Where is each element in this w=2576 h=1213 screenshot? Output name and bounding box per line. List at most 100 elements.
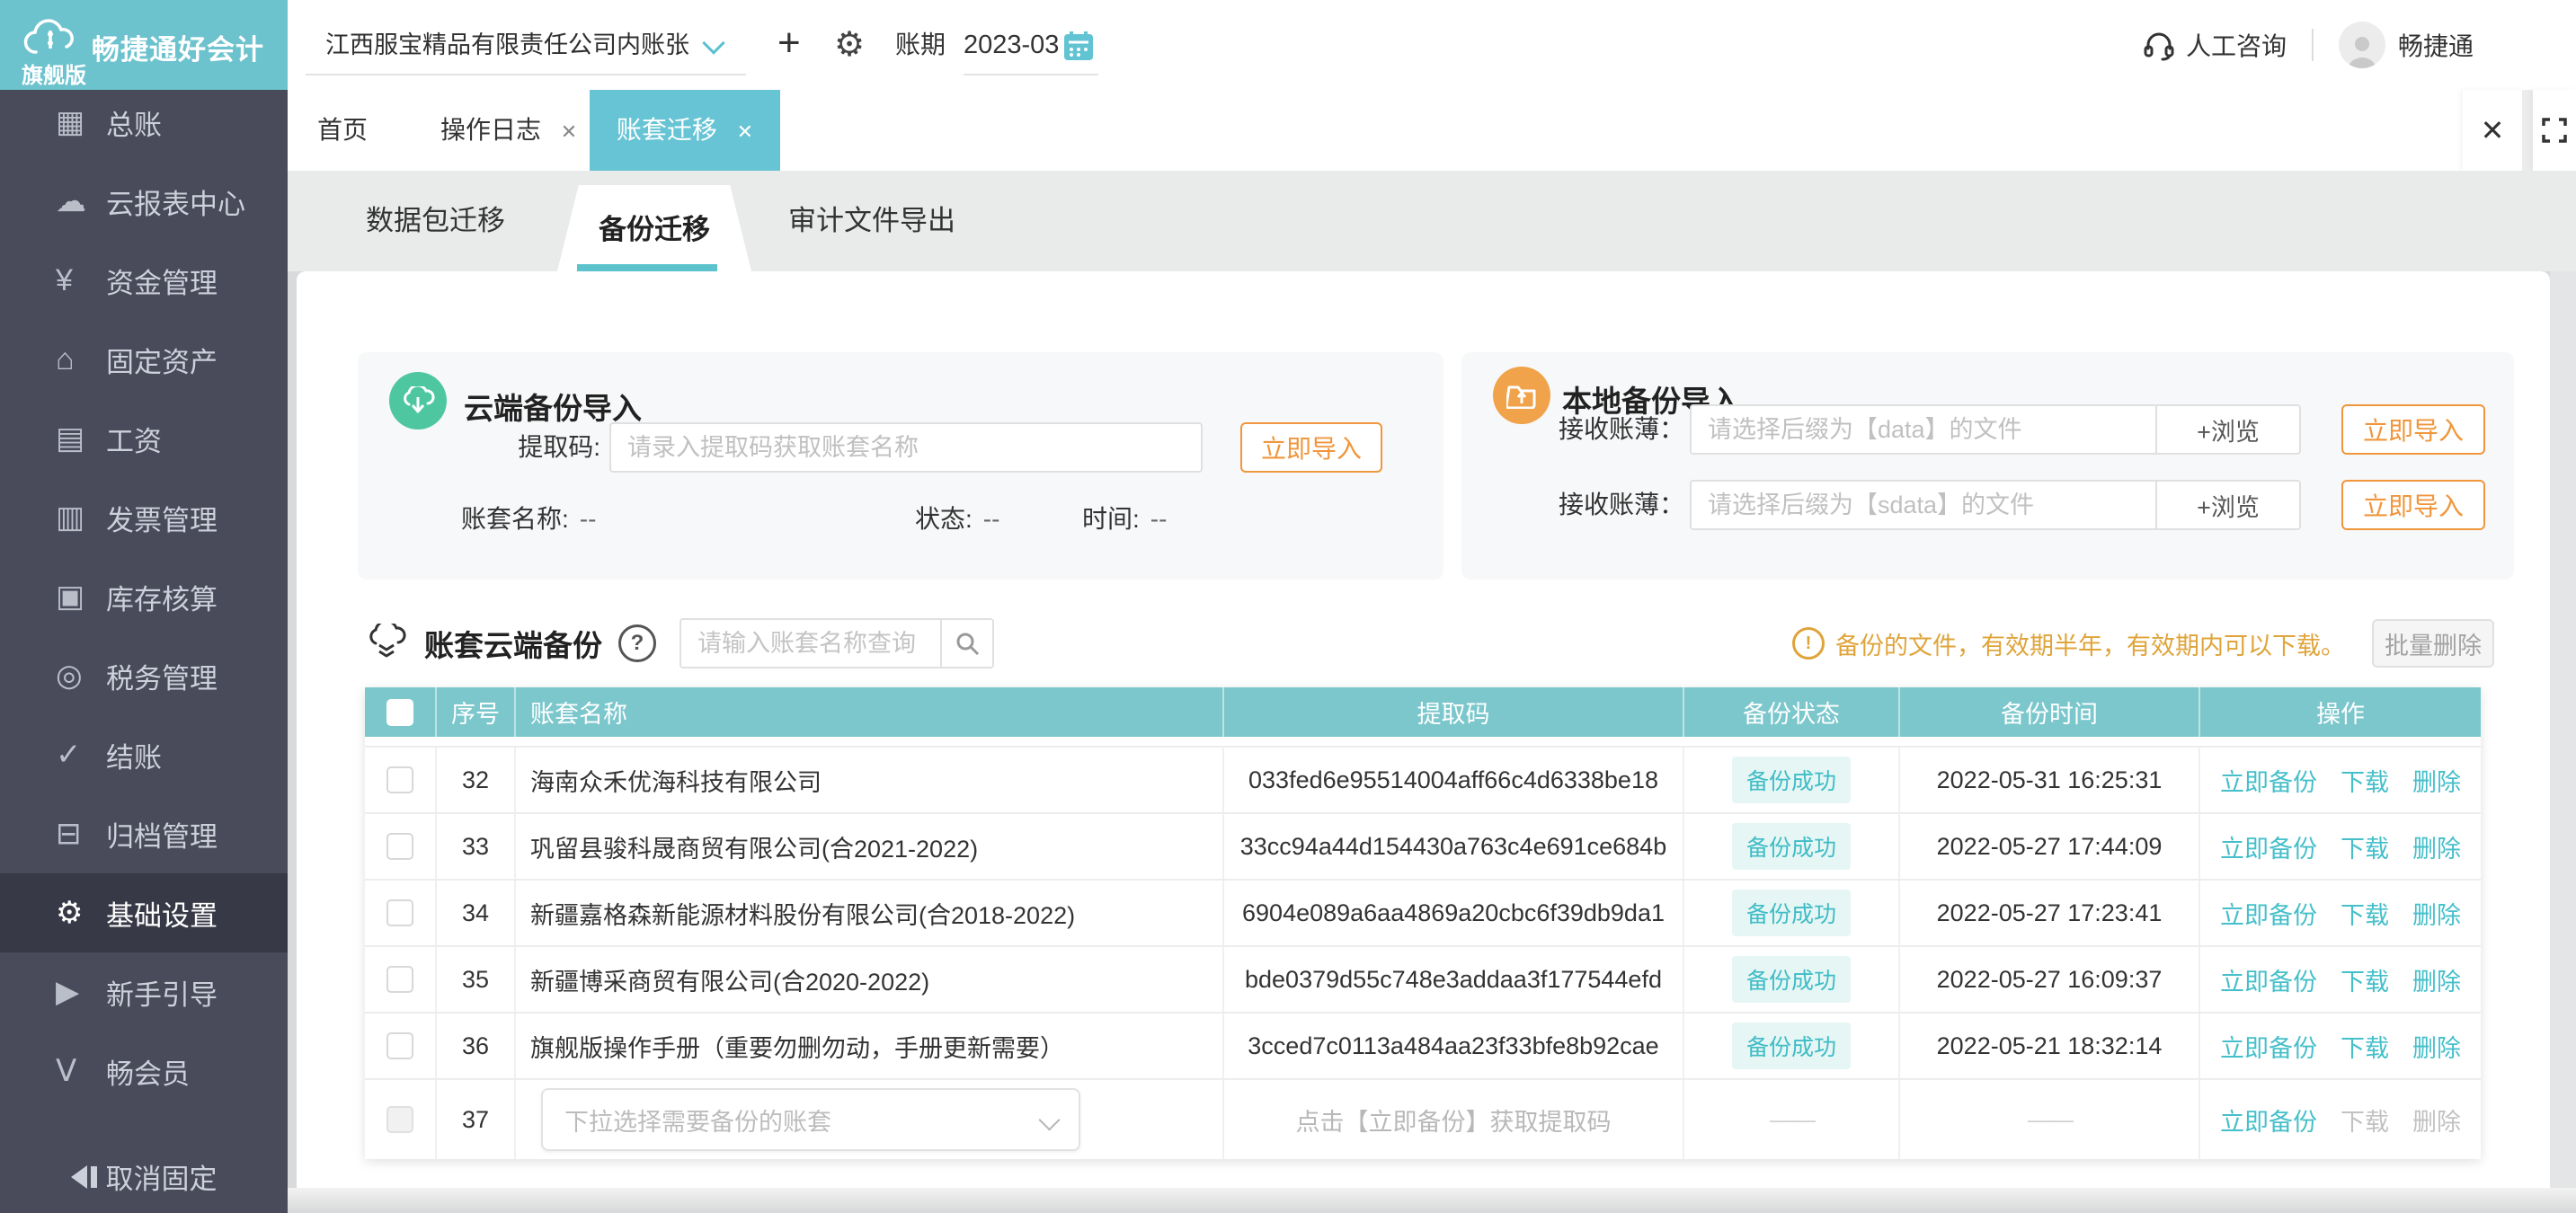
row-checkbox[interactable] xyxy=(386,1032,413,1059)
sidebar-item-guide[interactable]: ▶ 新手引导 xyxy=(0,952,288,1031)
tab-backup-migration[interactable]: 备份迁移 xyxy=(557,185,751,271)
download-link[interactable]: 下载 xyxy=(2341,1029,2389,1064)
sidebar-item-invoices[interactable]: ▥ 发票管理 xyxy=(0,478,288,557)
sdata-file-input[interactable] xyxy=(1692,482,2155,528)
browse-data-button[interactable]: +浏览 xyxy=(2155,406,2299,453)
sidebar-item-cloud-reports[interactable]: ☁ 云报表中心 xyxy=(0,162,288,241)
data-file-input[interactable] xyxy=(1692,406,2155,453)
help-icon[interactable]: ? xyxy=(618,624,656,662)
download-link[interactable]: 下载 xyxy=(2341,763,2389,798)
row-checkbox[interactable] xyxy=(386,899,413,926)
local-import-button-2[interactable]: 立即导入 xyxy=(2341,480,2485,530)
funds-icon: ¥ xyxy=(56,262,73,297)
close-tab-icon[interactable]: ✕ xyxy=(561,120,577,143)
sidebar-item-fixed-assets[interactable]: ⌂ 固定资产 xyxy=(0,320,288,399)
time-readout: 时间: -- xyxy=(1082,494,1167,545)
sidebar-item-label: 税务管理 xyxy=(106,662,218,695)
sidebar-item-label: 固定资产 xyxy=(106,346,218,378)
search-button[interactable] xyxy=(940,620,992,667)
row-code: bde0379d55c748e3addaa3f177544efd xyxy=(1224,947,1684,1012)
code-label: 提取码: xyxy=(518,433,600,461)
select-all-checkbox[interactable] xyxy=(386,698,413,726)
tab-label: 首页 xyxy=(317,116,369,144)
cloud-backup-import-panel: 云端备份导入 提取码: 立即导入 账套名称: -- 状态: -- 时间: -- xyxy=(358,352,1443,580)
download-link[interactable]: 下载 xyxy=(2341,962,2389,997)
new-backup-row: 37 下拉选择需要备份的账套 点击【立即备份】获取提取码 —— —— 立即备份 … xyxy=(365,1080,2481,1159)
warning-icon: ! xyxy=(1792,627,1825,660)
backup-now-link[interactable]: 立即备份 xyxy=(2220,829,2317,864)
avatar[interactable] xyxy=(2338,22,2385,68)
sidebar-item-general-ledger[interactable]: ▦ 总账 xyxy=(0,83,288,162)
header-status: 备份状态 xyxy=(1684,687,1900,737)
sidebar-item-payroll[interactable]: ▤ 工资 xyxy=(0,399,288,478)
tab-data-package-migration[interactable]: 数据包迁移 xyxy=(366,171,505,271)
row-account-name: 海南众禾优海科技有限公司 xyxy=(516,748,1224,812)
cloud-download-icon xyxy=(389,372,447,429)
tab-label: 账套迁移 xyxy=(616,116,717,144)
calendar-icon[interactable] xyxy=(1062,30,1095,66)
company-selector[interactable]: 江西服宝精品有限责任公司内账张 xyxy=(325,0,725,90)
status-badge: 备份成功 xyxy=(1731,757,1851,803)
backup-now-link[interactable]: 立即备份 xyxy=(2220,763,2317,798)
search-icon xyxy=(956,633,980,656)
tab-audit-file-export[interactable]: 审计文件导出 xyxy=(788,171,955,271)
download-link[interactable]: 下载 xyxy=(2341,896,2389,931)
support-button[interactable]: 人工咨询 xyxy=(2143,27,2287,63)
local-import-button-1[interactable]: 立即导入 xyxy=(2341,404,2485,455)
sidebar-item-inventory[interactable]: ▣ 库存核算 xyxy=(0,557,288,636)
backup-now-link[interactable]: 立即备份 xyxy=(2220,896,2317,931)
row-seq: 32 xyxy=(437,748,516,812)
browse-sdata-button[interactable]: +浏览 xyxy=(2155,482,2299,528)
add-account-button[interactable]: + xyxy=(777,0,801,90)
sidebar-item-funds[interactable]: ¥ 资金管理 xyxy=(0,241,288,320)
code-input[interactable] xyxy=(609,422,1203,473)
backup-now-link[interactable]: 立即备份 xyxy=(2220,962,2317,997)
delete-link-disabled: 删除 xyxy=(2412,1108,2461,1136)
sidebar-item-settings[interactable]: ⚙ 基础设置 xyxy=(0,873,288,952)
tab-operation-log[interactable]: 操作日志 ✕ xyxy=(440,90,577,171)
delete-link[interactable]: 删除 xyxy=(2412,829,2461,864)
delete-link[interactable]: 删除 xyxy=(2412,763,2461,798)
sidebar-item-label: 库存核算 xyxy=(106,583,218,615)
account-select[interactable]: 下拉选择需要备份的账套 xyxy=(541,1088,1080,1151)
download-link[interactable]: 下载 xyxy=(2341,829,2389,864)
fullscreen-button[interactable] xyxy=(2533,90,2576,171)
tab-bar: 首页 操作日志 ✕ 账套迁移 ✕ ✕ xyxy=(288,90,2576,171)
delete-link[interactable]: 删除 xyxy=(2412,962,2461,997)
tab-home[interactable]: 首页 xyxy=(317,90,368,171)
close-all-tabs-button[interactable]: ✕ xyxy=(2463,90,2522,171)
unpin-sidebar-button[interactable]: 取消固定 xyxy=(0,1156,288,1197)
delete-link[interactable]: 删除 xyxy=(2412,1029,2461,1064)
sidebar-item-tax[interactable]: ◎ 税务管理 xyxy=(0,636,288,715)
row-checkbox[interactable] xyxy=(386,966,413,993)
app-logo[interactable]: 畅捷通好会计 旗舰版 xyxy=(0,0,288,90)
row-account-name: 新疆嘉格森新能源材料股份有限公司(合2018-2022) xyxy=(516,881,1224,945)
close-tab-icon[interactable]: ✕ xyxy=(737,120,753,143)
search-input[interactable] xyxy=(681,620,940,667)
settings-gear-icon[interactable]: ⚙ xyxy=(834,0,865,90)
backup-now-link[interactable]: 立即备份 xyxy=(2220,1029,2317,1064)
sidebar-item-closing[interactable]: ✓ 结账 xyxy=(0,715,288,794)
header-time: 备份时间 xyxy=(1900,687,2200,737)
closing-icon: ✓ xyxy=(56,738,82,772)
row-checkbox-disabled xyxy=(386,1106,413,1133)
sidebar-menu: ▦ 总账 ☁ 云报表中心 ¥ 资金管理 ⌂ 固定资产 ▤ 工资 ▥ 发票管理 ▣ 库存核算 ◎… xyxy=(0,83,288,1111)
status-label: 状态: xyxy=(915,505,973,533)
period-value[interactable]: 2023-03 xyxy=(964,0,1059,90)
topbar: 江西服宝精品有限责任公司内账张 + ⚙ 账期 2023-03 人工咨询 畅捷通 xyxy=(288,0,2576,91)
batch-delete-button[interactable]: 批量删除 xyxy=(2372,619,2494,668)
assets-icon: ⌂ xyxy=(56,341,75,376)
app-root: 畅捷通好会计 旗舰版 ▦ 总账 ☁ 云报表中心 ¥ 资金管理 ⌂ 固定资产 ▤ 工资 ▥ 发… xyxy=(0,0,2576,1213)
user-icon xyxy=(2348,37,2376,68)
row-checkbox[interactable] xyxy=(386,833,413,860)
backup-now-link[interactable]: 立即备份 xyxy=(2220,1102,2317,1138)
sidebar-item-member[interactable]: Ⅴ 畅会员 xyxy=(0,1031,288,1111)
delete-link[interactable]: 删除 xyxy=(2412,896,2461,931)
cloud-import-button[interactable]: 立即导入 xyxy=(1240,422,1382,473)
sidebar-item-archive[interactable]: ⊟ 归档管理 xyxy=(0,794,288,873)
tab-account-migration[interactable]: 账套迁移 ✕ xyxy=(590,90,780,171)
status-badge: 备份成功 xyxy=(1731,890,1851,936)
row-checkbox[interactable] xyxy=(386,766,413,793)
payroll-icon: ▤ xyxy=(56,421,85,456)
empty-status-dash: —— xyxy=(1684,1080,1900,1159)
